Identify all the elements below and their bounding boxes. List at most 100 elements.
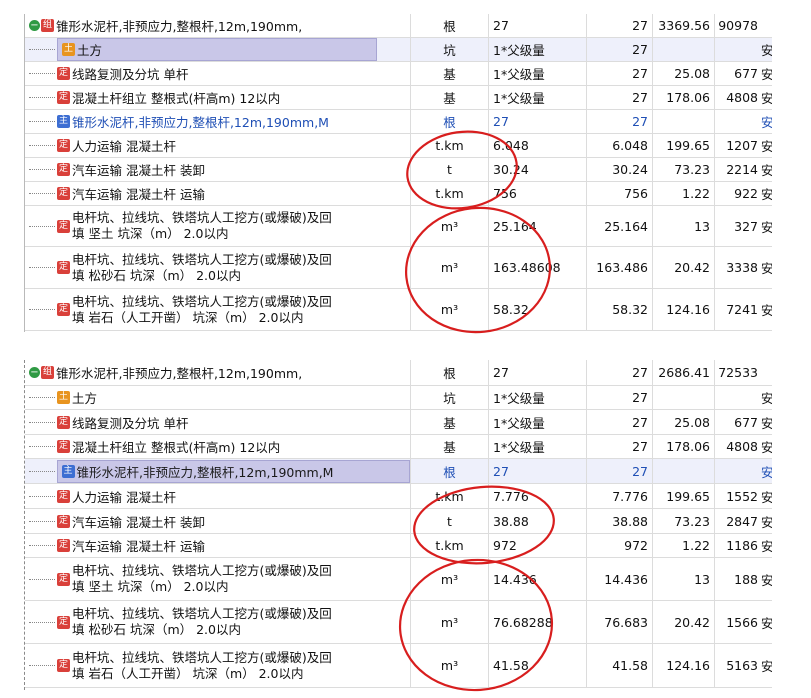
tree-connector (29, 578, 55, 580)
quantity-expression-cell[interactable]: 1*父级量 (489, 38, 587, 61)
total-cell (715, 459, 760, 483)
row-name-cell: 定 电杆坑、拉线坑、铁塔坑人工挖方(或爆破)及回填 岩石（人工开凿） 坑深（m）… (25, 289, 411, 330)
quantity-expression-cell[interactable]: 1*父级量 (489, 435, 587, 458)
quantity-expression-cell[interactable]: 1*父级量 (489, 386, 587, 409)
table-row[interactable]: 定 人力运输 混凝土杆 t.km 7.776 7.776 199.65 1552… (25, 484, 772, 509)
row-name: 锥形水泥杆,非预应力,整根杆,12m,190mm, (56, 19, 303, 34)
table-row[interactable]: 定 汽车运输 混凝土杆 装卸 t 38.88 38.88 73.23 2847 … (25, 509, 772, 534)
quantity-expression-cell[interactable]: 27 (489, 110, 587, 133)
flag-cell: 安 (761, 163, 772, 178)
flag-cell (760, 14, 772, 37)
quantity-expression-cell[interactable]: 27 (489, 360, 587, 385)
table-row[interactable]: 定 电杆坑、拉线坑、铁塔坑人工挖方(或爆破)及回填 坚土 坑深（m） 2.0以内… (25, 558, 772, 601)
total-cell (715, 38, 760, 61)
row-name: 人力运输 混凝土杆 (72, 489, 176, 505)
collapse-toggle-icon[interactable]: − (29, 20, 40, 31)
quota-icon: 定 (57, 163, 70, 176)
row-name-line2: 填 松砂石 坑深（m） 2.0以内 (72, 267, 241, 283)
tree-connector (29, 665, 55, 666)
flag-cell: 安 (761, 67, 772, 82)
table-row[interactable]: 定 电杆坑、拉线坑、铁塔坑人工挖方(或爆破)及回填 岩石（人工开凿） 坑深（m）… (25, 289, 772, 331)
quantity-expression-cell[interactable]: 1*父级量 (489, 62, 587, 85)
table-row[interactable]: 主 锥形水泥杆,非预应力,整根杆,12m,190mm,M 根 27 27 安 (25, 459, 772, 484)
quantity-expression-cell[interactable]: 6.048 (489, 134, 587, 157)
table-row[interactable]: 定 电杆坑、拉线坑、铁塔坑人工挖方(或爆破)及回填 松砂石 坑深（m） 2.0以… (25, 601, 772, 644)
total-cell: 922 (734, 186, 758, 201)
quantity-expression-cell[interactable]: 7.776 (489, 484, 587, 508)
table-row[interactable]: 定 混凝土杆组立 整根式(杆高m) 12以内 基 1*父级量 27 178.06… (25, 435, 772, 459)
quantity-expression-cell[interactable]: 1*父级量 (489, 410, 587, 434)
unit-cell: m³ (411, 289, 489, 330)
quantity-expression-cell[interactable]: 1*父级量 (489, 86, 587, 109)
quota-icon: 定 (57, 303, 70, 316)
row-name-cell: 定 电杆坑、拉线坑、铁塔坑人工挖方(或爆破)及回填 坚土 坑深（m） 2.0以内 (25, 558, 411, 600)
total-cell: 327 (734, 218, 758, 234)
quantity-cell: 38.88 (587, 509, 653, 533)
table-row[interactable]: 定 汽车运输 混凝土杆 运输 t.km 972 972 1.22 1186 安 (25, 534, 772, 558)
row-name: 汽车运输 混凝土杆 运输 (72, 539, 205, 554)
quota-icon: 定 (57, 572, 70, 586)
table-row[interactable]: 定 人力运输 混凝土杆 t.km 6.048 6.048 199.65 1207… (25, 134, 772, 158)
table-row[interactable]: 定 混凝土杆组立 整根式(杆高m) 12以内 基 1*父级量 27 178.06… (25, 86, 772, 110)
table-row[interactable]: 土 土方 坑 1*父级量 27 安 (25, 386, 772, 410)
table-row[interactable]: 定 线路复测及分坑 单杆 基 1*父级量 27 25.08 677 安 (25, 410, 772, 435)
tree-connector (29, 520, 55, 522)
row-name: 土方 (77, 43, 103, 58)
price-cell: 1.22 (653, 182, 715, 205)
row-name-line1: 电杆坑、拉线坑、铁塔坑人工挖方(或爆破)及回 (72, 649, 332, 665)
table-row[interactable]: 定 汽车运输 混凝土杆 运输 t.km 756 756 1.22 922 安 (25, 182, 772, 206)
quantity-cell: 14.436 (587, 558, 653, 600)
row-name-cell: 主 锥形水泥杆,非预应力,整根杆,12m,190mm,M (25, 459, 411, 483)
table-row[interactable]: 定 电杆坑、拉线坑、铁塔坑人工挖方(或爆破)及回填 松砂石 坑深（m） 2.0以… (25, 247, 772, 289)
total-cell: 2847 (726, 513, 758, 529)
quantity-expression-cell[interactable]: 27 (489, 459, 587, 483)
row-name-cell: 定 人力运输 混凝土杆 (25, 484, 411, 508)
quota-icon: 定 (57, 539, 70, 552)
quantity-expression-cell[interactable]: 972 (489, 534, 587, 557)
earthwork-icon: 土 (62, 43, 75, 56)
quantity-expression-cell[interactable]: 58.32 (489, 289, 587, 330)
quantity-cell: 7.776 (587, 484, 653, 508)
table-row[interactable]: 主 锥形水泥杆,非预应力,整根杆,12m,190mm,M 根 27 27 安 (25, 110, 772, 134)
collapse-toggle-icon[interactable]: − (29, 367, 40, 378)
quantity-expression-cell[interactable]: 30.24 (489, 158, 587, 181)
table-row[interactable]: 土 土方 坑 1*父级量 27 安 (25, 38, 772, 62)
price-cell: 3369.56 (653, 14, 715, 37)
unit-cell: m³ (411, 247, 489, 288)
quantity-expression-cell[interactable]: 25.164 (489, 206, 587, 246)
tree-connector (29, 169, 55, 170)
quantity-expression-cell[interactable]: 14.436 (489, 558, 587, 600)
tree-connector (29, 495, 55, 497)
quantity-cell: 163.486 (587, 247, 653, 288)
table-row[interactable]: − 组 锥形水泥杆,非预应力,整根杆,12m,190mm, 根 27 27 33… (25, 14, 772, 38)
quota-icon: 定 (57, 67, 70, 80)
quota-icon: 定 (57, 261, 70, 274)
flag-cell: 安 (761, 539, 772, 554)
unit-cell: t.km (411, 182, 489, 205)
unit-cell: t.km (411, 484, 489, 508)
table-row[interactable]: 定 电杆坑、拉线坑、铁塔坑人工挖方(或爆破)及回填 坚土 坑深（m） 2.0以内… (25, 206, 772, 247)
quantity-expression-cell[interactable]: 756 (489, 182, 587, 205)
quantity-cell: 58.32 (587, 289, 653, 330)
row-name-cell: 定 汽车运输 混凝土杆 装卸 (25, 158, 411, 181)
quantity-expression-cell[interactable]: 76.68288 (489, 601, 587, 643)
row-name-cell: 定 人力运输 混凝土杆 (25, 134, 411, 157)
material-icon: 主 (61, 464, 75, 478)
row-name: 电杆坑、拉线坑、铁塔坑人工挖方(或爆破)及回填 坚土 坑深（m） 2.0以内 (72, 563, 332, 595)
total-cell: 677 (734, 414, 758, 430)
table-row[interactable]: 定 线路复测及分坑 单杆 基 1*父级量 27 25.08 677 安 (25, 62, 772, 86)
quantity-expression-cell[interactable]: 41.58 (489, 644, 587, 687)
quantity-expression-cell[interactable]: 27 (489, 14, 587, 37)
row-name: 汽车运输 混凝土杆 装卸 (72, 514, 205, 530)
row-name-cell: 土 土方 (25, 386, 411, 409)
row-name-line1: 电杆坑、拉线坑、铁塔坑人工挖方(或爆破)及回 (72, 293, 332, 309)
quantity-expression-cell[interactable]: 163.48608 (489, 247, 587, 288)
tree-connector (29, 545, 55, 546)
quantity-expression-cell[interactable]: 38.88 (489, 509, 587, 533)
quantity-cell: 6.048 (587, 134, 653, 157)
table-row[interactable]: 定 电杆坑、拉线坑、铁塔坑人工挖方(或爆破)及回填 岩石（人工开凿） 坑深（m）… (25, 644, 772, 688)
table-row[interactable]: 定 汽车运输 混凝土杆 装卸 t 30.24 30.24 73.23 2214 … (25, 158, 772, 182)
unit-cell: 基 (411, 410, 489, 434)
table-row[interactable]: − 组 锥形水泥杆,非预应力,整根杆,12m,190mm, 根 27 27 26… (25, 360, 772, 386)
row-name: 土方 (72, 391, 98, 406)
